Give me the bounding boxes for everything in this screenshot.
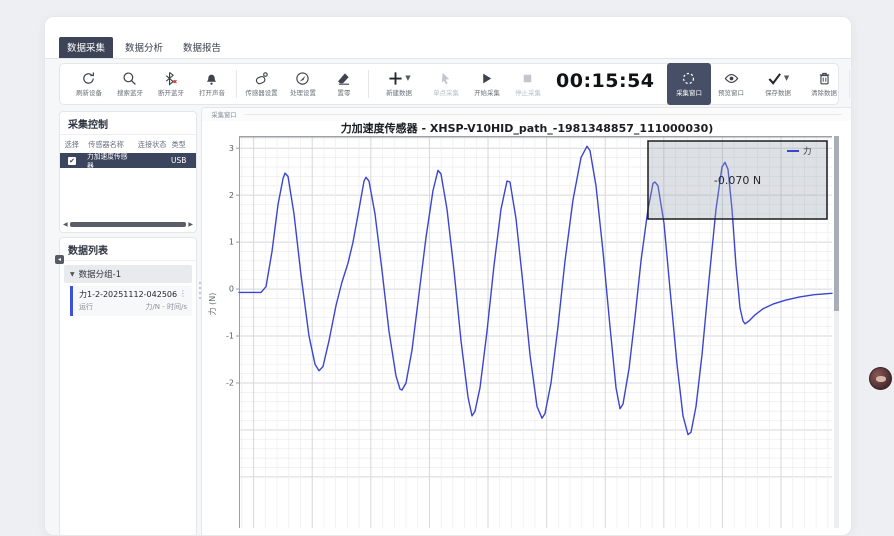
search-icon — [122, 71, 137, 86]
stop-collect-button[interactable]: 停止采集 — [507, 64, 548, 104]
single-point-button[interactable]: 单点采集 — [425, 64, 466, 104]
svg-text:3: 3 — [229, 144, 234, 153]
waveform-plot[interactable]: 3 2 1 0 -1 -2 力 (N) -0.070 N 力 — [202, 136, 835, 528]
collection-control-panel: 采集控制 选择 传感器名称 连接状态 类型 ✔ 力加速度传感器 USB ◀ ▶ — [59, 111, 197, 233]
chevron-down-icon: ▼ — [70, 271, 75, 278]
eye-icon — [724, 71, 739, 86]
tab-data-collect[interactable]: 数据采集 — [59, 37, 113, 58]
chart-panel: 采集窗口 力加速度传感器 - XHSP-V10HID_path_-1981348… — [201, 107, 852, 536]
horizontal-scrollbar[interactable]: ◀ ▶ — [63, 221, 193, 228]
data-list-title: 数据列表 — [60, 238, 196, 261]
toolbar: 刷新设备 搜索蓝牙 断开蓝牙 打开声音 传感器设置 处理设置 置零 — [59, 63, 839, 105]
sensor-table-row[interactable]: ✔ 力加速度传感器 USB — [60, 153, 196, 168]
data-group-row[interactable]: ▼ 数据分组-1 — [64, 265, 192, 283]
sensor-icon — [254, 71, 269, 86]
sensor-type: USB — [171, 156, 192, 165]
search-bluetooth-button[interactable]: 搜索蓝牙 — [109, 64, 150, 104]
tab-data-report[interactable]: 数据报告 — [175, 37, 229, 58]
app-window: 数据采集 数据分析 数据报告 刷新设备 搜索蓝牙 断开蓝牙 打开声音 传感器设置 — [44, 16, 852, 536]
bell-icon — [204, 71, 219, 86]
check-icon — [766, 71, 783, 86]
preview-window-button[interactable]: 预览窗口 — [711, 64, 752, 104]
svg-text:1: 1 — [229, 238, 234, 247]
scroll-right-icon[interactable]: ▶ — [188, 221, 193, 228]
sensor-settings-button[interactable]: 传感器设置 — [241, 64, 282, 104]
chart-window-label: 采集窗口 — [211, 110, 236, 119]
new-data-button[interactable]: ▼ 新建数据 — [373, 64, 425, 104]
svg-text:-2: -2 — [226, 379, 234, 388]
refresh-device-button[interactable]: 刷新设备 — [68, 64, 109, 104]
chart-window-strip: 采集窗口 — [202, 108, 852, 121]
bluetooth-disconnect-icon — [163, 71, 178, 86]
avatar-face — [876, 376, 886, 382]
sidebar-collapse-handle[interactable]: ◂ — [55, 255, 64, 264]
chevron-down-icon[interactable]: ▼ — [784, 74, 789, 82]
data-item-title: 力1-2-20251112-042506 — [79, 289, 177, 300]
floating-assistant-avatar[interactable] — [869, 367, 892, 390]
sensor-name: 力加速度传感器 — [87, 151, 132, 171]
play-icon — [479, 71, 494, 86]
data-item-axes: 力/N - 时间/s — [145, 302, 187, 312]
scrollbar-thumb[interactable] — [70, 222, 187, 227]
y-axis-label: 力 (N) — [207, 293, 217, 316]
svg-text:0: 0 — [229, 285, 234, 294]
trash-icon — [817, 71, 832, 86]
elapsed-timer: 00:15:54 — [548, 70, 667, 98]
tab-data-analysis[interactable]: 数据分析 — [117, 37, 171, 58]
data-list-panel: 数据列表 ▼ 数据分组-1 力1-2-20251112-042506 ⋮ 运行 … — [59, 237, 197, 536]
strip-divider — [244, 114, 842, 115]
clear-data-button[interactable]: 清除数据 — [804, 64, 845, 104]
svg-text:2: 2 — [229, 191, 234, 200]
sound-button[interactable]: 打开声音 — [191, 64, 232, 104]
process-settings-button[interactable]: 处理设置 — [282, 64, 323, 104]
pointer-icon — [438, 71, 453, 86]
scrollbar-thumb[interactable] — [834, 136, 839, 311]
toolbar-divider — [849, 70, 850, 98]
main-tab-bar: 数据采集 数据分析 数据报告 — [45, 41, 851, 59]
dashed-circle-icon — [681, 71, 696, 86]
gauge-icon — [295, 71, 310, 86]
data-list-item[interactable]: 力1-2-20251112-042506 ⋮ 运行 力/N - 时间/s — [70, 286, 192, 316]
plus-icon — [387, 71, 404, 86]
start-collect-button[interactable]: 开始采集 — [466, 64, 507, 104]
vertical-scrollbar[interactable] — [834, 136, 839, 528]
refresh-icon — [81, 71, 96, 86]
item-menu-icon[interactable]: ⋮ — [179, 289, 187, 300]
save-data-button[interactable]: ▼ 保存数据 — [752, 64, 804, 104]
collection-control-title: 采集控制 — [60, 112, 196, 135]
sensor-checkbox[interactable]: ✔ — [68, 157, 76, 165]
toolbar-divider — [236, 70, 237, 98]
zero-button[interactable]: 置零 — [323, 64, 364, 104]
chart-title: 力加速度传感器 - XHSP-V10HID_path_-1981348857_1… — [202, 121, 852, 136]
toolbar-divider — [368, 70, 369, 98]
scroll-left-icon[interactable]: ◀ — [63, 221, 68, 228]
eraser-icon — [336, 71, 351, 86]
legend-label: 力 — [803, 146, 812, 157]
data-item-status: 运行 — [79, 302, 93, 312]
disconnect-bluetooth-button[interactable]: 断开蓝牙 — [150, 64, 191, 104]
stop-icon — [520, 71, 535, 86]
svg-text:-1: -1 — [226, 332, 234, 341]
chevron-down-icon[interactable]: ▼ — [405, 74, 410, 82]
collect-window-button[interactable]: 采集窗口 — [667, 63, 711, 105]
data-group-label: 数据分组-1 — [79, 268, 121, 280]
selection-value-label: -0.070 N — [714, 174, 761, 187]
